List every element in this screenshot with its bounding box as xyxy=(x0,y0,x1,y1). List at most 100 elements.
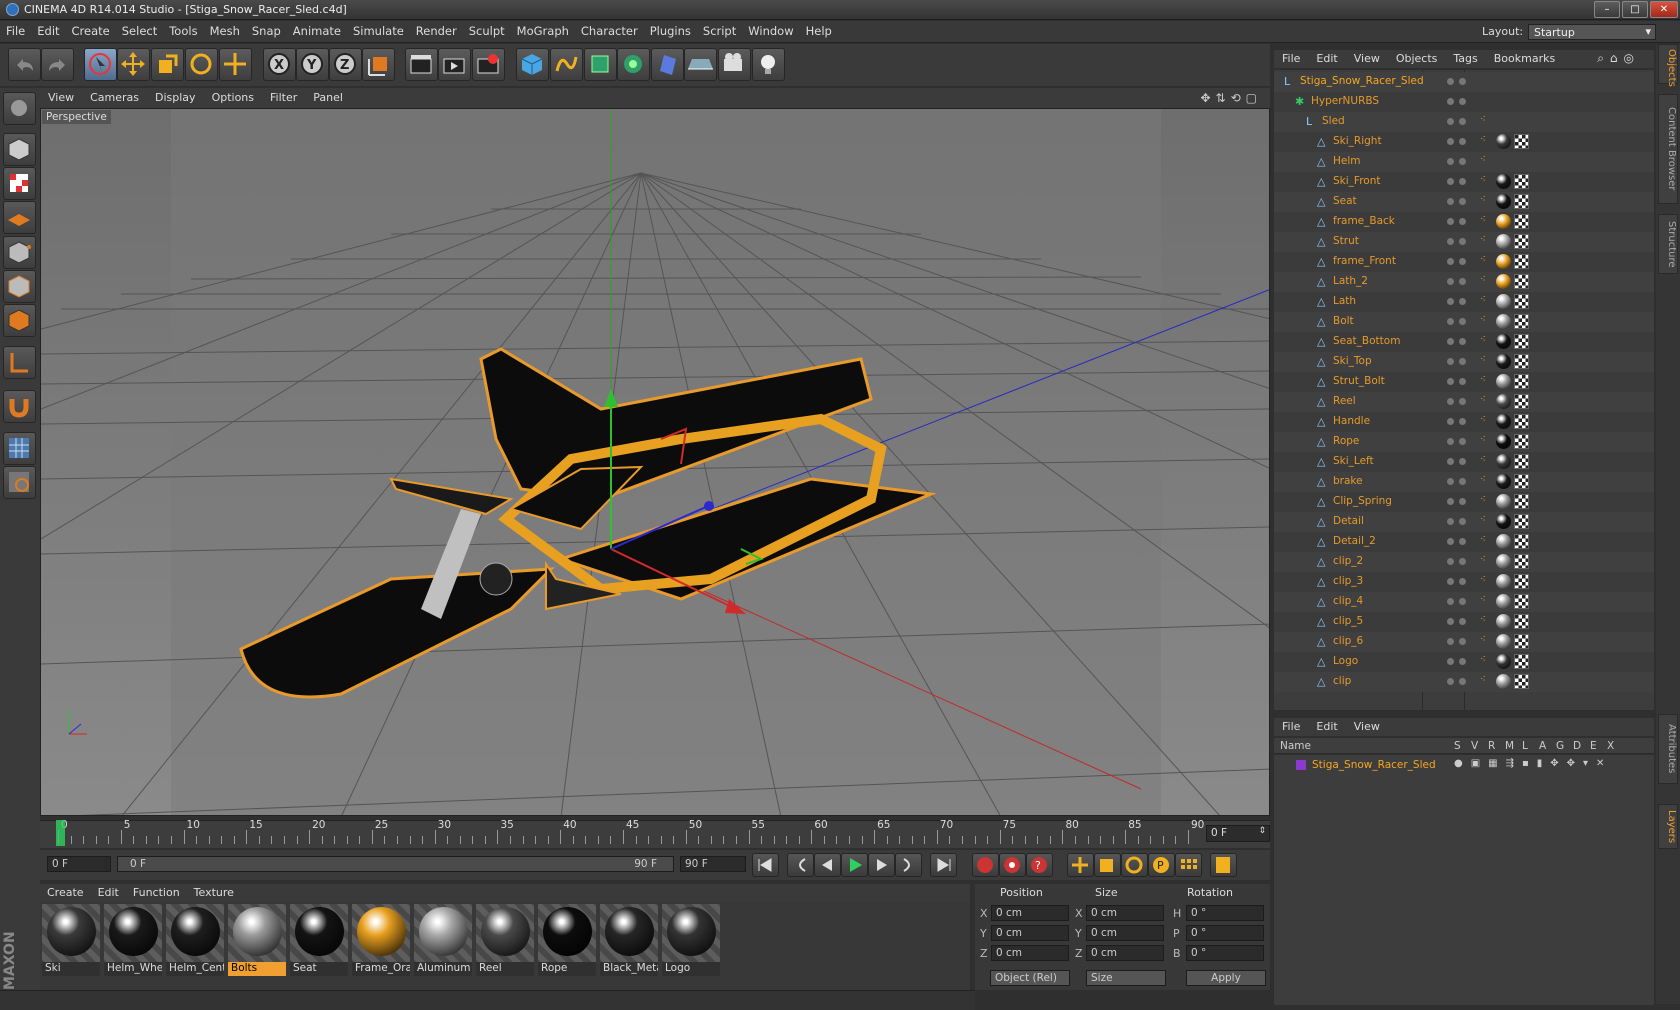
layer-toggle-icons[interactable]: ●▣▦⇶▪▮✥✥▾✕ xyxy=(1454,758,1612,769)
uvw-tag-icon[interactable] xyxy=(1514,634,1529,649)
object-row[interactable]: △ Rope ⁖ xyxy=(1274,432,1654,452)
render-visibility-dot[interactable] xyxy=(1459,498,1466,505)
objects-menu-objects[interactable]: Objects xyxy=(1388,50,1446,67)
render-visibility-dot[interactable] xyxy=(1459,318,1466,325)
viewport-menu-display[interactable]: Display xyxy=(147,88,204,107)
phong-tag-icon[interactable]: ⁖ xyxy=(1480,294,1486,305)
next-frame-button[interactable] xyxy=(868,853,895,877)
end-frame-field[interactable]: 90 F xyxy=(680,856,746,872)
object-row[interactable]: △ Lath ⁖ xyxy=(1274,292,1654,312)
objects-menu-view[interactable]: View xyxy=(1346,50,1388,67)
material-menu-function[interactable]: Function xyxy=(126,884,187,901)
viewport-menu-view[interactable]: View xyxy=(40,88,82,107)
workplane-lock-button[interactable] xyxy=(3,432,36,465)
render-visibility-dot[interactable] xyxy=(1459,578,1466,585)
start-frame-field[interactable]: 0 F xyxy=(47,856,111,872)
uvw-tag-icon[interactable] xyxy=(1514,454,1529,469)
layers-menu-view[interactable]: View xyxy=(1346,718,1388,735)
render-visibility-dot[interactable] xyxy=(1459,658,1466,665)
rotation-field[interactable]: 0 ° xyxy=(1186,905,1264,921)
menu-mograph[interactable]: MoGraph xyxy=(511,21,575,41)
editor-visibility-dot[interactable] xyxy=(1447,498,1454,505)
editor-visibility-dot[interactable] xyxy=(1447,298,1454,305)
phong-tag-icon[interactable]: ⁖ xyxy=(1480,174,1486,185)
material-tag-icon[interactable] xyxy=(1496,574,1511,589)
side-tab-layers[interactable]: Layers xyxy=(1658,804,1678,849)
uvw-tag-icon[interactable] xyxy=(1514,234,1529,249)
object-row[interactable]: △ clip_5 ⁖ xyxy=(1274,612,1654,632)
object-row[interactable]: △ Seat_Bottom ⁖ xyxy=(1274,332,1654,352)
phong-tag-icon[interactable]: ⁖ xyxy=(1480,274,1486,285)
object-row[interactable]: △ Strut ⁖ xyxy=(1274,232,1654,252)
render-visibility-dot[interactable] xyxy=(1459,338,1466,345)
editor-visibility-dot[interactable] xyxy=(1447,558,1454,565)
layer-column-l[interactable]: L xyxy=(1522,740,1528,752)
size-mode-select[interactable]: Size xyxy=(1086,970,1166,986)
size-field[interactable]: 0 cm xyxy=(1086,925,1164,941)
points-mode-button[interactable] xyxy=(3,236,36,269)
object-row[interactable]: △ clip_6 ⁖ xyxy=(1274,632,1654,652)
editor-visibility-dot[interactable] xyxy=(1447,138,1454,145)
phong-tag-icon[interactable]: ⁖ xyxy=(1480,354,1486,365)
viewport-nav-icons[interactable]: ✥⇅⟲▢ xyxy=(1200,91,1262,105)
material-menu-edit[interactable]: Edit xyxy=(91,884,126,901)
previous-key-button[interactable] xyxy=(787,853,814,877)
uvw-tag-icon[interactable] xyxy=(1514,214,1529,229)
editor-visibility-dot[interactable] xyxy=(1447,98,1454,105)
editor-visibility-dot[interactable] xyxy=(1447,658,1454,665)
quantize-button[interactable] xyxy=(3,466,36,499)
material-tag-icon[interactable] xyxy=(1496,674,1511,689)
render-visibility-dot[interactable] xyxy=(1459,398,1466,405)
editor-visibility-dot[interactable] xyxy=(1447,638,1454,645)
material-swatch[interactable]: Aluminum xyxy=(414,904,472,976)
uvw-tag-icon[interactable] xyxy=(1514,514,1529,529)
object-row[interactable]: △ clip_3 ⁖ xyxy=(1274,572,1654,592)
object-row[interactable]: ✱ HyperNURBS xyxy=(1274,92,1654,112)
object-row[interactable]: △ Seat ⁖ xyxy=(1274,192,1654,212)
render-visibility-dot[interactable] xyxy=(1459,638,1466,645)
rotation-field[interactable]: 0 ° xyxy=(1186,925,1264,941)
object-row[interactable]: △ clip_2 ⁖ xyxy=(1274,552,1654,572)
editor-visibility-dot[interactable] xyxy=(1447,538,1454,545)
timeline-ruler[interactable]: 051015202530354045505560657075808590 xyxy=(50,819,1204,846)
autokey-button[interactable] xyxy=(999,853,1026,877)
uvw-tag-icon[interactable] xyxy=(1514,174,1529,189)
material-swatch[interactable]: Seat xyxy=(290,904,348,976)
layer-column-m[interactable]: M xyxy=(1505,740,1514,752)
layer-column-x[interactable]: X xyxy=(1607,740,1614,752)
material-tag-icon[interactable] xyxy=(1496,294,1511,309)
rotation-field[interactable]: 0 ° xyxy=(1186,945,1264,961)
layers-menu-edit[interactable]: Edit xyxy=(1308,718,1345,735)
undo-tool-button[interactable] xyxy=(8,48,41,81)
render-visibility-dot[interactable] xyxy=(1459,618,1466,625)
menu-render[interactable]: Render xyxy=(410,21,463,41)
key-parameter-button[interactable]: P xyxy=(1148,853,1175,877)
material-tag-icon[interactable] xyxy=(1496,654,1511,669)
editor-visibility-dot[interactable] xyxy=(1447,398,1454,405)
close-button[interactable]: ✕ xyxy=(1650,1,1678,18)
menu-animate[interactable]: Animate xyxy=(287,21,347,41)
material-tag-icon[interactable] xyxy=(1496,494,1511,509)
maximize-button[interactable]: □ xyxy=(1622,1,1648,18)
material-tag-icon[interactable] xyxy=(1496,534,1511,549)
material-menu-texture[interactable]: Texture xyxy=(187,884,241,901)
material-tag-icon[interactable] xyxy=(1496,274,1511,289)
render-visibility-dot[interactable] xyxy=(1459,198,1466,205)
material-swatch[interactable]: Rope xyxy=(538,904,596,976)
material-swatch[interactable]: Reel xyxy=(476,904,534,976)
render-visibility-dot[interactable] xyxy=(1459,158,1466,165)
viewport-menu-filter[interactable]: Filter xyxy=(262,88,305,107)
frame-range-slider[interactable]: 0 F 90 F xyxy=(117,856,674,872)
position-field[interactable]: 0 cm xyxy=(991,905,1069,921)
editor-visibility-dot[interactable] xyxy=(1447,678,1454,685)
viewport-menu-panel[interactable]: Panel xyxy=(305,88,351,107)
object-row[interactable]: △ Logo ⁖ xyxy=(1274,652,1654,672)
editor-visibility-dot[interactable] xyxy=(1447,618,1454,625)
menu-tools[interactable]: Tools xyxy=(163,21,203,41)
phong-tag-icon[interactable]: ⁖ xyxy=(1480,454,1486,465)
uvw-tag-icon[interactable] xyxy=(1514,554,1529,569)
array-tool-button[interactable] xyxy=(617,48,650,81)
side-tab-content-browser[interactable]: Content Browser xyxy=(1658,94,1678,204)
object-row[interactable]: △ Lath_2 ⁖ xyxy=(1274,272,1654,292)
render-visibility-dot[interactable] xyxy=(1459,138,1466,145)
